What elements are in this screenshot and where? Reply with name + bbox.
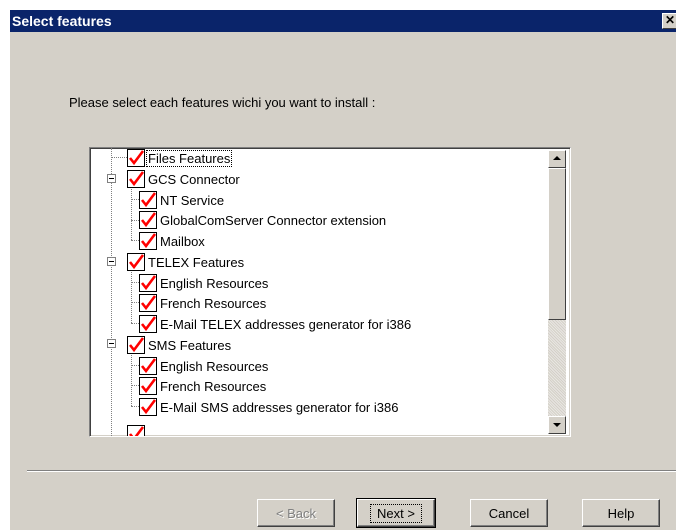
checkbox-checked-icon[interactable] <box>139 398 157 416</box>
tree-item-label: GlobalComServer Connector extension <box>160 212 387 228</box>
collapse-icon[interactable] <box>107 339 116 348</box>
next-button-label: Next > <box>370 503 422 523</box>
tree-item-label: E-Mail SMS addresses generator for i386 <box>160 399 399 415</box>
tree-item[interactable]: French Resources <box>139 293 268 313</box>
checkbox-checked-icon[interactable] <box>127 149 145 167</box>
tree-item[interactable]: E-Mail TELEX addresses generator for i38… <box>139 314 413 334</box>
tree-item-label: Mailbox <box>160 233 205 249</box>
tree-line <box>131 351 132 406</box>
checkbox-checked-icon[interactable] <box>127 253 145 271</box>
tree-item[interactable]: GlobalComServer Connector extension <box>139 210 388 230</box>
setup-dialog: Select features ✕ Please select each fea… <box>10 10 676 530</box>
tree-item-label: French Resources <box>160 378 267 394</box>
tree-item[interactable]: TELEX Features <box>127 252 246 272</box>
checkbox-checked-icon[interactable] <box>139 211 157 229</box>
instruction-text: Please select each features wichi you wa… <box>69 95 376 110</box>
tree-item-label: TELEX Features <box>148 254 245 270</box>
tree-line <box>131 365 139 366</box>
back-button-label: < Back <box>275 505 317 521</box>
tree-item-label: SMS Features <box>148 337 232 353</box>
tree-item[interactable]: French Resources <box>139 376 268 396</box>
tree-item-label: GCS Connector <box>148 171 240 187</box>
arrow-up-icon <box>553 156 561 160</box>
tree-line <box>131 302 139 303</box>
separator-line <box>27 470 676 472</box>
tree-item-partial[interactable] <box>127 424 145 436</box>
checkbox-checked-icon[interactable] <box>139 232 157 250</box>
cancel-button-label: Cancel <box>488 505 530 521</box>
dialog-title: Select features <box>12 13 112 29</box>
tree-line <box>131 406 139 407</box>
tree-line <box>111 148 112 436</box>
tree-item[interactable]: Mailbox <box>139 231 207 251</box>
checkbox-checked-icon[interactable] <box>139 377 157 395</box>
tree-item-label: French Resources <box>160 295 267 311</box>
tree-item-label: E-Mail TELEX addresses generator for i38… <box>160 316 412 332</box>
tree-item[interactable]: NT Service <box>139 190 226 210</box>
tree-line <box>131 199 139 200</box>
scroll-down-button[interactable] <box>548 416 566 434</box>
tree-item[interactable]: SMS Features <box>127 335 233 355</box>
cancel-button[interactable]: Cancel <box>470 499 548 527</box>
tree-line <box>131 282 139 283</box>
checkbox-checked-icon[interactable] <box>139 294 157 312</box>
checkbox-checked-icon[interactable] <box>127 170 145 188</box>
tree-line <box>131 323 139 324</box>
tree-item-label: English Resources <box>160 275 269 291</box>
arrow-down-icon <box>553 423 561 427</box>
scroll-thumb[interactable] <box>548 168 566 320</box>
next-button[interactable]: Next > <box>356 498 436 528</box>
vertical-scrollbar[interactable] <box>548 150 566 434</box>
tree-line <box>131 220 139 221</box>
tree-item[interactable]: GCS Connector <box>127 169 242 189</box>
collapse-icon[interactable] <box>107 174 116 183</box>
tree-line <box>131 186 132 240</box>
tree-item[interactable]: Files Features <box>127 148 233 168</box>
tree-line <box>131 268 132 323</box>
title-bar[interactable]: Select features ✕ <box>10 10 676 32</box>
scroll-up-button[interactable] <box>548 150 566 168</box>
tree-line <box>131 385 139 386</box>
tree-item-label: English Resources <box>160 358 269 374</box>
tree-line <box>131 240 139 241</box>
feature-tree[interactable]: Files Features GCS Connector NT Service … <box>89 147 571 437</box>
tree-item[interactable]: English Resources <box>139 356 270 376</box>
collapse-icon[interactable] <box>107 257 116 266</box>
back-button[interactable]: < Back <box>257 499 335 527</box>
checkbox-checked-icon[interactable] <box>139 357 157 375</box>
help-button-label: Help <box>607 505 635 521</box>
help-button[interactable]: Help <box>582 499 660 527</box>
tree-item-label: Files Features <box>146 149 233 167</box>
checkbox-checked-icon[interactable] <box>139 274 157 292</box>
tree-item[interactable]: E-Mail SMS addresses generator for i386 <box>139 397 400 417</box>
tree-item[interactable]: English Resources <box>139 273 270 293</box>
checkbox-checked-icon[interactable] <box>127 425 145 436</box>
tree-item-label: NT Service <box>160 192 225 208</box>
checkbox-checked-icon[interactable] <box>139 191 157 209</box>
checkbox-checked-icon[interactable] <box>139 315 157 333</box>
checkbox-checked-icon[interactable] <box>127 336 145 354</box>
close-icon[interactable]: ✕ <box>662 13 676 29</box>
